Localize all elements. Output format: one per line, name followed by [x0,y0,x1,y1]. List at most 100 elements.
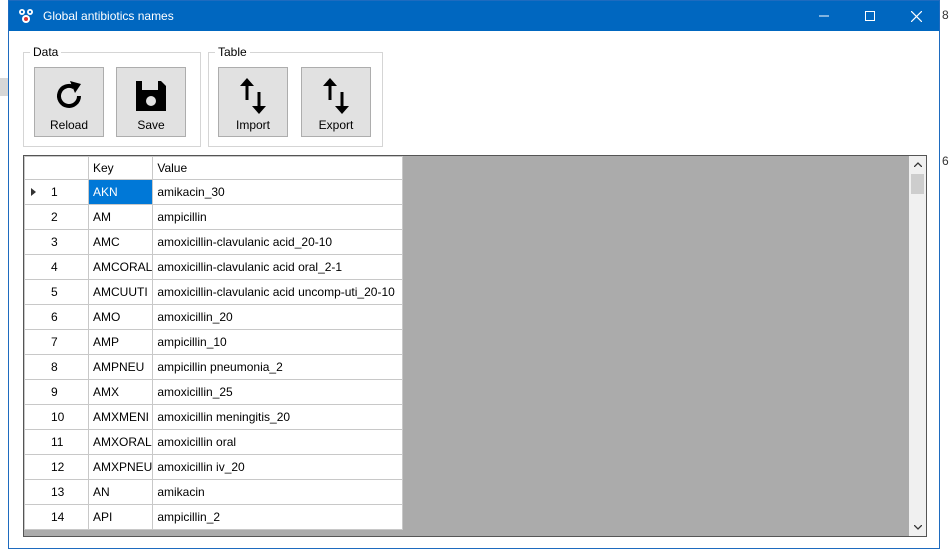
row-header[interactable]: 4 [24,254,89,280]
table-row[interactable]: 2 AM ampicillin [24,204,404,230]
row-number: 6 [51,310,58,324]
export-button[interactable]: Export [301,67,371,137]
scroll-down-button[interactable] [909,519,926,536]
cell-key[interactable]: AKN [87,179,154,205]
cell-key[interactable]: AN [87,479,154,505]
title-bar[interactable]: Global antibiotics names [9,1,939,31]
cell-value[interactable]: ampicillin_2 [152,504,404,530]
table-row[interactable]: 13 AN amikacin [24,479,404,505]
cell-key[interactable]: AMXPNEU [87,454,154,480]
table-row[interactable]: 3 AMC amoxicillin-clavulanic acid_20-10 [24,229,404,255]
row-header[interactable]: 2 [24,204,89,230]
cell-key[interactable]: AMCORAL [87,254,154,280]
cell-key[interactable]: AMC [87,229,154,255]
table-row[interactable]: 11 AMXORAL amoxicillin oral [24,429,404,455]
row-number: 10 [51,410,65,424]
column-header-value[interactable]: Value [152,156,404,180]
row-number: 9 [51,385,58,399]
maximize-button[interactable] [847,1,893,31]
row-header[interactable]: 12 [24,454,89,480]
cell-value[interactable]: amoxicillin-clavulanic acid oral_2-1 [152,254,404,280]
cell-key[interactable]: AMPNEU [87,354,154,380]
row-header[interactable]: 10 [24,404,89,430]
window-controls [801,1,939,31]
row-header[interactable]: 8 [24,354,89,380]
cell-value[interactable]: amoxicillin-clavulanic acid uncomp-uti_2… [152,279,404,305]
reload-button[interactable]: Reload [34,67,104,137]
maximize-icon [865,11,875,21]
cell-value[interactable]: amoxicillin oral [152,429,404,455]
cell-key[interactable]: API [87,504,154,530]
table-row[interactable]: 7 AMP ampicillin_10 [24,329,404,355]
main-window: Global antibiotics names Data Reload Sav… [8,0,940,549]
table-row[interactable]: 6 AMO amoxicillin_20 [24,304,404,330]
cell-key[interactable]: AMXORAL [87,429,154,455]
chevron-up-icon [913,162,922,167]
up-down-arrows-icon [219,76,287,116]
row-header[interactable]: 1 [24,179,89,205]
table-row[interactable]: 5 AMCUUTI amoxicillin-clavulanic acid unco… [24,279,404,305]
table-row[interactable]: 8 AMPNEU ampicillin pneumonia_2 [24,354,404,380]
cell-value[interactable]: ampicillin [152,204,404,230]
cell-value[interactable]: ampicillin pneumonia_2 [152,354,404,380]
cell-value[interactable]: amoxicillin_25 [152,379,404,405]
cell-value[interactable]: amoxicillin iv_20 [152,454,404,480]
row-header[interactable]: 11 [24,429,89,455]
row-number: 4 [51,260,58,274]
reload-label: Reload [49,118,89,132]
cell-key[interactable]: AMXMENI [87,404,154,430]
cell-value[interactable]: ampicillin_10 [152,329,404,355]
cell-key[interactable]: AM [87,204,154,230]
cell-key[interactable]: AMCUUTI [87,279,154,305]
app-icon [17,7,35,25]
scroll-up-button[interactable] [909,156,926,173]
column-header-key[interactable]: Key [87,156,154,180]
minimize-icon [819,15,829,17]
desktop-text-1: 8 [942,8,949,22]
row-number: 12 [51,460,65,474]
row-header[interactable]: 3 [24,229,89,255]
row-header[interactable]: 6 [24,304,89,330]
data-grid[interactable]: Key Value 1 AKN amikacin_30 2 AM ampicillin 3 A… [23,155,927,537]
import-button[interactable]: Import [218,67,288,137]
vertical-scrollbar[interactable] [909,156,926,536]
row-number: 11 [51,435,64,449]
table-row[interactable]: 12 AMXPNEU amoxicillin iv_20 [24,454,404,480]
table-row[interactable]: 10 AMXMENI amoxicillin meningitis_20 [24,404,404,430]
row-number: 8 [51,360,58,374]
close-icon [910,10,922,22]
row-number: 5 [51,285,58,299]
row-header[interactable]: 7 [24,329,89,355]
scrollbar-thumb[interactable] [911,174,924,194]
cell-value[interactable]: amoxicillin meningitis_20 [152,404,404,430]
cell-key[interactable]: AMO [87,304,154,330]
save-label: Save [137,118,165,132]
grid-table: Key Value 1 AKN amikacin_30 2 AM ampicillin 3 A… [24,156,404,530]
save-button[interactable]: Save [116,67,186,137]
cell-value[interactable]: amikacin_30 [152,179,404,205]
table-row[interactable]: 4 AMCORAL amoxicillin-clavulanic acid oral… [24,254,404,280]
cell-value[interactable]: amoxicillin_20 [152,304,404,330]
floppy-disk-icon [117,76,185,116]
cell-value[interactable]: amoxicillin-clavulanic acid_20-10 [152,229,404,255]
row-header[interactable]: 5 [24,279,89,305]
row-header[interactable]: 13 [24,479,89,505]
table-row[interactable]: 14 API ampicillin_2 [24,504,404,530]
close-button[interactable] [893,1,939,31]
cell-key[interactable]: AMX [87,379,154,405]
table-row[interactable]: 1 AKN amikacin_30 [24,179,404,205]
table-group-label: Table [215,45,250,59]
table-row[interactable]: 9 AMX amoxicillin_25 [24,379,404,405]
row-number: 3 [51,235,58,249]
chevron-down-icon [913,525,922,530]
row-header[interactable]: 14 [24,504,89,530]
desktop-background-strip [0,78,8,96]
cell-key[interactable]: AMP [87,329,154,355]
up-down-arrows-icon [302,76,370,116]
table-group: Table Import Export [208,45,383,147]
minimize-button[interactable] [801,1,847,31]
row-number: 14 [51,510,65,524]
desktop-text-2: 6 [942,154,949,168]
row-header[interactable]: 9 [24,379,89,405]
cell-value[interactable]: amikacin [152,479,404,505]
